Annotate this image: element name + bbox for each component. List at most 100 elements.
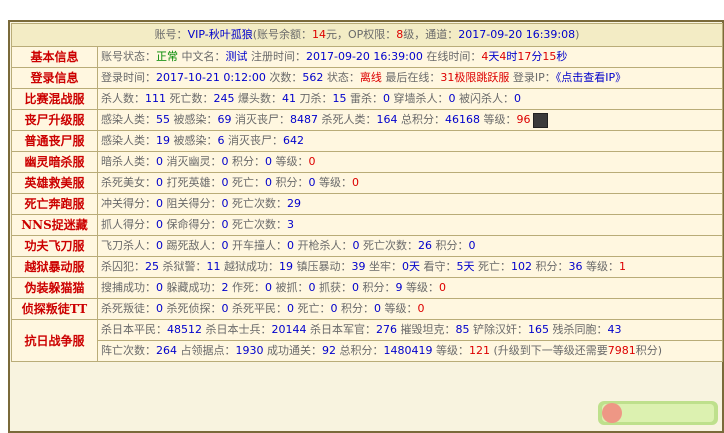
section-stats: 感染人类：55 被感染：69 消灭丧尸：8487 杀死人类：164 总积分：46… [98, 110, 722, 130]
stat-value: 0 [514, 92, 521, 105]
stat-label: 暗杀人类： [101, 155, 156, 168]
section-label: NNS捉迷藏 [12, 215, 97, 235]
stat-label: 等级： [272, 155, 309, 168]
stat-label: 作死： [228, 281, 265, 294]
section-label: 基本信息 [12, 47, 97, 67]
stat-label: 躲藏成功： [163, 281, 222, 294]
stat-value: 秒 [556, 50, 568, 63]
stat-label: 杀死平民： [228, 302, 287, 315]
stat-label: 中文名： [178, 50, 226, 63]
stat-label: 杀死美女： [101, 176, 156, 189]
stat-value: 85 [455, 323, 470, 336]
stat-label: 杀死侦探： [163, 302, 222, 315]
stat-row: 比赛混战服 杀人数：111 死亡数：245 爆头数：41 刀杀：15 雷杀：0 穿… [12, 89, 722, 109]
section-stats: 登录时间：2017-10-21 0:12:00 次数：562 状态：离线 最后在… [98, 68, 722, 88]
section-stats: 杀死美女：0 打死英雄：0 死亡：0 积分：0 等级：0 [98, 173, 722, 193]
stat-value: 0 [448, 92, 456, 105]
section-label: 幽灵暗杀服 [12, 152, 97, 172]
stat-value: 245 [213, 92, 235, 105]
stat-label: 积分： [432, 239, 469, 252]
stat-label: 保命得分： [163, 218, 222, 231]
section-stats: 杀囚犯：25 杀狱警：11 越狱成功：19 镇压暴动：39 坐牢：0天 看守：5… [98, 257, 722, 277]
stat-value: 1480419 [383, 344, 433, 357]
stat-label: 杀囚犯： [101, 260, 145, 273]
stat-label: 抓人得分： [101, 218, 156, 231]
stat-value: 0 [308, 155, 316, 168]
stat-value: 11 [206, 260, 221, 273]
stat-value: 165 [528, 323, 549, 336]
stat-value: 29 [287, 197, 301, 210]
stat-label: 被感染： [170, 134, 218, 147]
stat-value: 3 [287, 218, 294, 231]
stat-value: 0 [383, 92, 390, 105]
stat-value: 9 [395, 281, 403, 294]
stat-value: 96 [516, 113, 531, 126]
stat-value: 0 [417, 302, 425, 315]
stat-label: 等级： [402, 281, 439, 294]
section-label: 伪装躲猫猫 [12, 278, 97, 298]
stat-label: 等级： [315, 176, 352, 189]
stat-value: 26 [418, 239, 432, 252]
avatar-icon [532, 112, 548, 128]
stat-label: 踢死敌人： [163, 239, 222, 252]
stat-label: 积分： [228, 155, 265, 168]
stat-label: 死亡次数： [359, 239, 418, 252]
stat-value: 1930 [235, 344, 264, 357]
stat-label: 阵亡次数： [101, 344, 156, 357]
stat-label: 积分) [635, 344, 663, 357]
stat-value: 天 [488, 50, 500, 63]
stat-value: 0 [265, 281, 272, 294]
section-stats: 杀人数：111 死亡数：245 爆头数：41 刀杀：15 雷杀：0 穿墙杀人：0… [98, 89, 722, 109]
stat-label: 杀死叛徒： [101, 302, 156, 315]
stat-row: 功夫飞刀服 飞刀杀人：0 踢死敌人：0 开车撞人：0 开枪杀人：0 死亡次数：26… [12, 236, 722, 256]
stat-value: 36 [568, 260, 583, 273]
stat-label: 铲除汉奸： [469, 323, 528, 336]
balance-unit: 元，OP权限： [326, 28, 397, 41]
stat-label: 感染人类： [101, 113, 156, 126]
stat-value: 121 [469, 344, 490, 357]
stat-label: 阻关得分： [163, 197, 222, 210]
stat-value: 0 [374, 302, 381, 315]
stat-label: 开车撞人： [228, 239, 287, 252]
stat-label: 看守： [420, 260, 457, 273]
stat-label: 等级： [582, 260, 619, 273]
stat-value: 55 [156, 113, 170, 126]
stat-value: 48512 [167, 323, 202, 336]
stat-value: 276 [376, 323, 397, 336]
stat-label: 消灭幽灵： [163, 155, 222, 168]
stat-label: 感染人类： [101, 134, 156, 147]
stat-value: 时 [506, 50, 518, 63]
stat-label: 死亡： [228, 176, 265, 189]
stat-label: 搜捕成功： [101, 281, 156, 294]
stat-value[interactable]: 《点击查看IP》 [556, 71, 626, 84]
stat-value: 0 [265, 155, 272, 168]
stat-value: 0 [156, 155, 163, 168]
stat-row: 死亡奔跑服 冲关得分：0 阻关得分：0 死亡次数：29 [12, 194, 722, 214]
stat-label: 冲关得分： [101, 197, 156, 210]
stat-value: 17 [517, 50, 532, 63]
section-label: 普通丧尸服 [12, 131, 97, 151]
stat-value: 5天 [456, 260, 475, 273]
stat-value: 0 [308, 176, 316, 189]
section-stats: 飞刀杀人：0 踢死敌人：0 开车撞人：0 开枪杀人：0 死亡次数：26 积分：0 [98, 236, 722, 256]
stat-label: 消灭丧尸： [231, 113, 290, 126]
section-label: 英雄救美服 [12, 173, 97, 193]
stat-value: 31极限跳跃服 [440, 71, 510, 84]
stat-label: 占领据点： [177, 344, 236, 357]
balance-value: 14 [312, 28, 326, 41]
stat-label: 摧毁坦克： [397, 323, 456, 336]
stat-label: 积分： [359, 281, 396, 294]
stat-label: 坐牢： [365, 260, 402, 273]
section-label: 抗日战争服 [12, 320, 97, 361]
balance-label: (账号余额： [252, 28, 312, 41]
stat-label: 状态： [323, 71, 360, 84]
stat-value: 1 [619, 260, 626, 273]
section-stats: 阵亡次数：264 占领据点：1930 成功通关：92 总积分：1480419 等… [98, 341, 722, 361]
stat-value: 0 [156, 176, 163, 189]
stat-value: 562 [302, 71, 324, 84]
stat-value: 0 [221, 218, 229, 231]
stat-label: 等级： [480, 113, 517, 126]
section-stats: 杀日本平民：48512 杀日本士兵：20144 杀日本军官：276 摧毁坦克：8… [98, 320, 722, 340]
stat-label: 消灭丧尸： [224, 134, 283, 147]
stat-label: 抓获： [315, 281, 352, 294]
